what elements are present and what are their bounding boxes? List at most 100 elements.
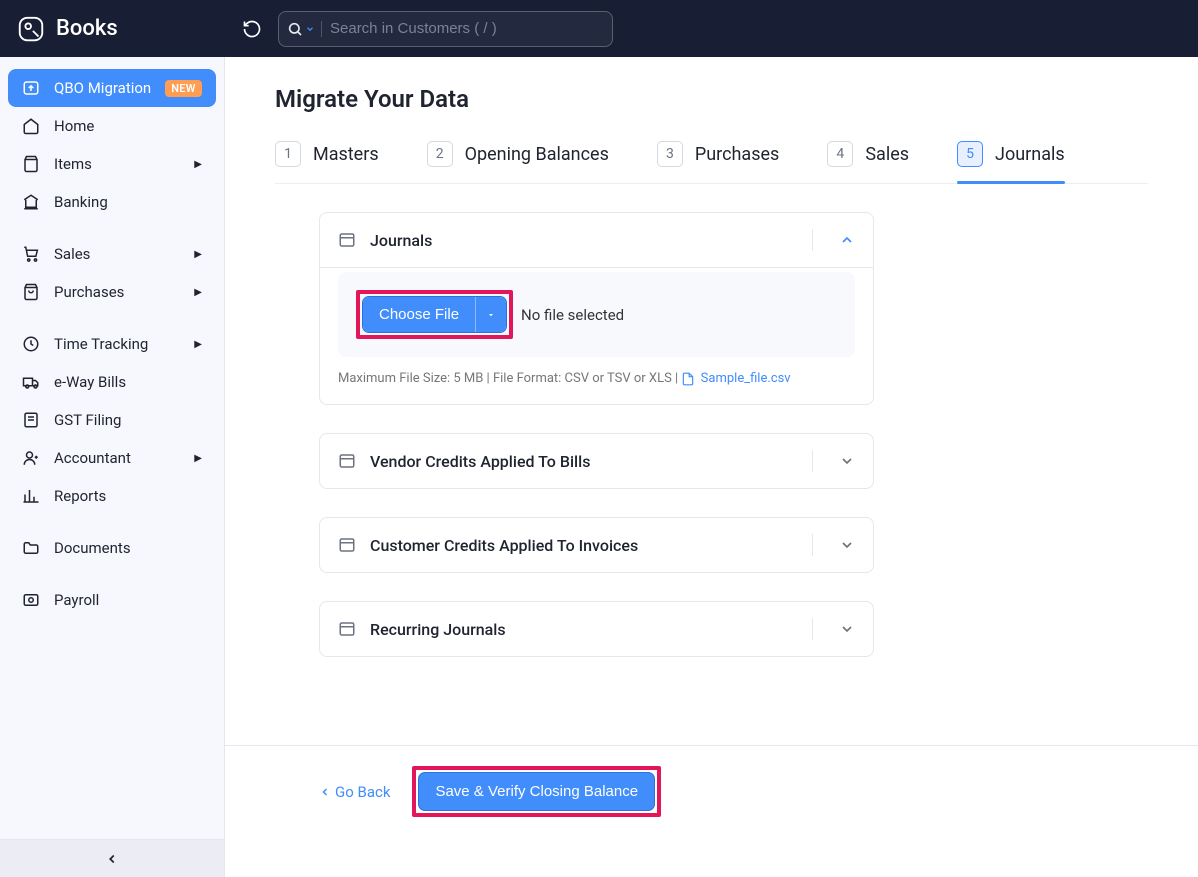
logo[interactable]: Books — [16, 14, 226, 44]
highlight-choose-file: Choose File — [356, 290, 513, 339]
banking-icon — [22, 193, 40, 211]
accountant-icon — [22, 449, 40, 467]
sidebar-item-label: Reports — [54, 487, 106, 505]
panel-header-journals[interactable]: Journals — [320, 213, 873, 267]
migration-icon — [22, 79, 40, 97]
search-icon — [287, 21, 322, 37]
save-verify-button[interactable]: Save & Verify Closing Balance — [418, 772, 655, 811]
sidebar-item-sales[interactable]: Sales ▶ — [8, 235, 216, 273]
footer-bar: Go Back Save & Verify Closing Balance — [225, 745, 1198, 843]
file-icon — [681, 372, 695, 386]
sidebar-item-accountant[interactable]: Accountant ▶ — [8, 439, 216, 477]
step-sales[interactable]: 4 Sales — [827, 141, 909, 183]
panel-customer-credits: Customer Credits Applied To Invoices — [319, 517, 874, 573]
sidebar: QBO Migration NEW Home Items ▶ — [0, 57, 225, 877]
new-badge: NEW — [165, 80, 202, 97]
panel-vendor-credits: Vendor Credits Applied To Bills — [319, 433, 874, 489]
top-header: Books — [0, 0, 1198, 57]
sales-icon — [22, 245, 40, 263]
sidebar-item-label: Items — [54, 155, 92, 173]
window-icon — [338, 620, 356, 638]
sidebar-item-payroll[interactable]: Payroll — [8, 581, 216, 619]
panel-journals: Journals Choose File — [319, 212, 874, 405]
divider — [812, 229, 813, 251]
sidebar-item-gst-filing[interactable]: GST Filing — [8, 401, 216, 439]
go-back-link[interactable]: Go Back — [319, 783, 390, 801]
chevron-left-icon — [319, 786, 331, 798]
gst-icon — [22, 411, 40, 429]
no-file-label: No file selected — [521, 306, 624, 324]
sidebar-item-documents[interactable]: Documents — [8, 529, 216, 567]
panel-header-customer-credits[interactable]: Customer Credits Applied To Invoices — [320, 518, 873, 572]
sidebar-collapse-button[interactable] — [0, 839, 224, 877]
step-label: Journals — [995, 144, 1065, 165]
step-label: Purchases — [695, 144, 779, 165]
sidebar-item-eway-bills[interactable]: e-Way Bills — [8, 363, 216, 401]
page-title: Migrate Your Data — [275, 85, 1148, 113]
sidebar-item-label: QBO Migration — [54, 79, 151, 97]
upload-box: Choose File No file selected — [338, 272, 855, 357]
chevron-right-icon: ▶ — [194, 339, 202, 350]
panel-title: Journals — [370, 231, 786, 250]
sidebar-item-label: Purchases — [54, 283, 124, 301]
sidebar-item-items[interactable]: Items ▶ — [8, 145, 216, 183]
chevron-right-icon: ▶ — [194, 287, 202, 298]
divider — [812, 450, 813, 472]
sidebar-item-label: Home — [54, 117, 94, 135]
step-number: 4 — [827, 141, 853, 167]
chevron-down-icon — [839, 537, 855, 553]
sidebar-item-qbo-migration[interactable]: QBO Migration NEW — [8, 69, 216, 107]
step-number: 2 — [427, 141, 453, 167]
sidebar-item-label: Sales — [54, 245, 90, 263]
sidebar-item-reports[interactable]: Reports — [8, 477, 216, 515]
panel-header-vendor-credits[interactable]: Vendor Credits Applied To Bills — [320, 434, 873, 488]
search-input[interactable] — [322, 20, 604, 37]
step-number: 1 — [275, 141, 301, 167]
file-help-text: Maximum File Size: 5 MB | File Format: C… — [338, 371, 855, 386]
chevron-right-icon: ▶ — [194, 453, 202, 464]
sidebar-item-label: Payroll — [54, 591, 99, 609]
home-icon — [22, 117, 40, 135]
step-journals[interactable]: 5 Journals — [957, 141, 1065, 183]
step-masters[interactable]: 1 Masters — [275, 141, 379, 183]
sidebar-item-time-tracking[interactable]: Time Tracking ▶ — [8, 325, 216, 363]
sidebar-item-label: Banking — [54, 193, 108, 211]
items-icon — [22, 155, 40, 173]
choose-file-group: Choose File — [362, 296, 507, 333]
window-icon — [338, 536, 356, 554]
window-icon — [338, 231, 356, 249]
truck-icon — [22, 373, 40, 391]
go-back-label: Go Back — [335, 783, 390, 801]
refresh-button[interactable] — [242, 19, 262, 39]
step-purchases[interactable]: 3 Purchases — [657, 141, 779, 183]
chevron-right-icon: ▶ — [194, 249, 202, 260]
divider — [812, 534, 813, 556]
step-number: 5 — [957, 141, 983, 167]
panel-body-journals: Choose File No file selected Maximum — [320, 267, 873, 404]
sidebar-item-purchases[interactable]: Purchases ▶ — [8, 273, 216, 311]
step-label: Masters — [313, 144, 379, 165]
wizard-steps: 1 Masters 2 Opening Balances 3 Purchases… — [275, 141, 1148, 184]
purchases-icon — [22, 283, 40, 301]
clock-icon — [22, 335, 40, 353]
sample-file-link[interactable]: Sample_file.csv — [701, 371, 791, 386]
sidebar-item-home[interactable]: Home — [8, 107, 216, 145]
sidebar-item-label: Time Tracking — [54, 335, 148, 353]
panel-title: Customer Credits Applied To Invoices — [370, 536, 786, 555]
step-label: Sales — [865, 144, 909, 165]
app-name: Books — [56, 16, 118, 41]
choose-file-button[interactable]: Choose File — [363, 297, 475, 332]
choose-file-dropdown[interactable] — [475, 297, 506, 332]
step-label: Opening Balances — [465, 144, 609, 165]
sidebar-item-label: Accountant — [54, 449, 131, 467]
chevron-down-icon — [839, 621, 855, 637]
search-container[interactable] — [278, 11, 613, 47]
chevron-down-icon — [839, 453, 855, 469]
panel-recurring-journals: Recurring Journals — [319, 601, 874, 657]
step-opening-balances[interactable]: 2 Opening Balances — [427, 141, 609, 183]
app-logo-icon — [16, 14, 46, 44]
chevron-up-icon — [839, 232, 855, 248]
sidebar-item-label: e-Way Bills — [54, 373, 126, 391]
panel-header-recurring-journals[interactable]: Recurring Journals — [320, 602, 873, 656]
sidebar-item-banking[interactable]: Banking — [8, 183, 216, 221]
